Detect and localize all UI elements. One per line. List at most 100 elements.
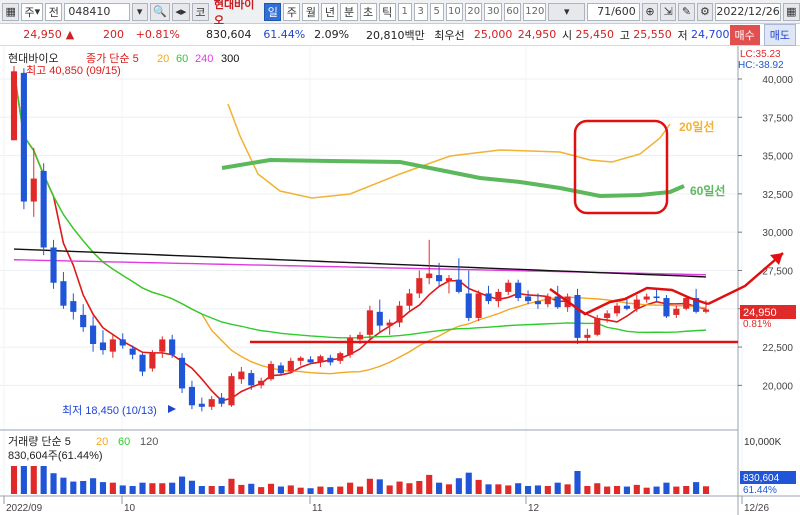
volume-bar [623,486,630,494]
candle-body [218,397,225,404]
interval-60[interactable]: 60 [503,2,522,21]
volume-tag: 830,604 [743,473,780,484]
legend-ma60: 60 [176,53,188,65]
volume-bar [683,486,690,494]
volume-bar [544,486,551,494]
y-tick-label: 22,500 [762,343,793,354]
interval-1[interactable]: 1 [397,2,412,21]
candle-body [485,293,492,302]
best-sell: 25,000 [473,28,513,41]
volume-bar [277,486,284,494]
volume-bar [406,483,413,494]
candle-body [10,71,18,141]
type-select[interactable]: 주 ▾ [21,2,44,21]
volume-legend: 거래량 단순 5 [8,435,71,448]
grid-icon[interactable]: ▦ [2,2,20,21]
candle-body [178,357,186,389]
volume-bar [188,480,196,494]
count-field[interactable]: 71/600 [587,2,640,21]
volume-bar [515,483,522,494]
x-tick-label: 12/26 [744,503,769,514]
sell-button[interactable]: 매도 [763,23,796,46]
tab-year[interactable]: 년 [321,2,339,21]
turnover: 2.09% [314,28,350,41]
volume-pct-tag: 61.44% [743,485,777,496]
draw-icon[interactable]: ✎ [678,2,695,21]
volume-bar [248,483,255,494]
volume-bar [505,485,512,494]
legend-ma5: 종가 단순 5 [86,52,139,65]
volume-bar [613,486,621,494]
candle-body [277,365,284,374]
volume-bar [208,486,215,494]
date-field[interactable]: 2022/12/26 [715,2,781,21]
volume-bar [228,478,235,494]
interval-30[interactable]: 30 [484,2,502,21]
volume-bar [524,486,532,494]
volume-bar [465,472,472,494]
candle-body [663,298,670,317]
volume-bar [337,486,344,494]
tab-tick[interactable]: 틱 [378,2,396,21]
candle-body [643,296,650,300]
toolbar: ▦ 주 ▾ 전 048410 ▾ 🔍 ◂▸ 코 현대바이오 일 주 월 년 분 초… [0,0,800,27]
buy-button[interactable]: 매수 [729,24,760,45]
interval-5[interactable]: 5 [429,2,444,21]
volume-bar [653,486,660,494]
up-arrow-icon: ▲ [65,28,75,41]
interval-10[interactable]: 10 [445,2,464,21]
tab-minute[interactable]: 분 [340,2,358,21]
trade-amount: 20,810백만 [366,28,425,42]
volume-legend-20: 20 [96,436,108,448]
tab-second[interactable]: 초 [359,2,377,21]
volume-bar [436,482,443,494]
volume-bar [30,466,37,494]
volume-bar [495,484,502,494]
legend-ma300: 300 [221,53,239,65]
price-chart[interactable]: 40,00037,50035,00032,50030,00027,50025,0… [0,46,800,515]
candle-body [188,386,196,406]
volume-bar [159,483,166,494]
candle-body [208,399,215,407]
volume-bar [60,477,67,494]
candle-body [623,305,630,309]
high-label: 고 [619,28,630,42]
interval-3[interactable]: 3 [413,2,428,21]
candle-body [613,305,621,314]
tab-day[interactable]: 일 [264,2,282,21]
search-icon[interactable]: 🔍 [149,2,170,21]
candle-body [436,275,443,282]
prev-next-icon[interactable]: ◂▸ [171,2,190,21]
candle-body [198,403,205,407]
calendar-icon[interactable]: ▦ [782,2,800,21]
settings-icon[interactable]: ⚙ [696,2,714,21]
volume-bar [702,486,710,494]
candle-body [475,293,482,318]
tab-week[interactable]: 주 [283,2,301,21]
zoom-icon[interactable]: ⊕ [641,2,659,21]
candle-body [267,363,275,380]
candle-body [129,348,136,355]
interval-dropdown-icon[interactable]: ▾ [548,2,586,21]
volume-bar [258,487,265,494]
volume-axis-label: 10,000K [744,437,782,448]
tab-month[interactable]: 월 [302,2,320,21]
quote-bar: 24,950 ▲ 200 +0.81% 830,604 61.44% 2.09%… [0,23,800,46]
interval-20[interactable]: 20 [465,2,483,21]
volume-bar [574,471,581,494]
code-input[interactable]: 048410 [64,2,130,21]
candle-body [653,296,660,299]
candle-body [673,308,680,315]
code-dropdown-icon[interactable]: ▾ [131,2,148,21]
volume-bar [416,481,423,494]
candle-body [515,282,522,299]
candle-body [416,278,423,294]
period-select[interactable]: 전 [45,2,63,21]
volume-bar [178,476,186,494]
interval-120[interactable]: 120 [523,2,547,21]
chart-tool-icon[interactable]: ⇲ [660,2,677,21]
volume-value: 830,604 [205,28,252,41]
volume-bar [534,485,542,494]
candle-body [139,354,146,372]
y-tick-label: 32,500 [762,190,793,201]
